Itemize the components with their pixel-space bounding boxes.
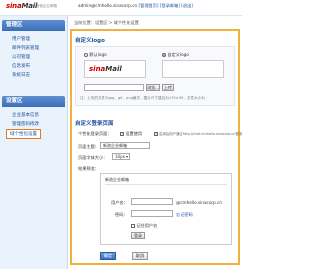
sidebar-item-company-info[interactable]: 企业基本信息 [12,112,39,118]
user-bar: admin@cmhello.sinacorp.cn [管理首页] [登录邮箱] … [78,3,193,9]
upload-button[interactable]: 上传 [162,84,174,91]
preview-username-input[interactable] [131,198,173,205]
sidebar-item-mail-lists[interactable]: 邮件列表管理 [12,45,39,51]
preview-label: 效果预览： [78,166,99,171]
remember-checkbox[interactable] [131,224,135,228]
personal-login-label: 个性化登录页面： [78,131,112,136]
sidebar: 管理区 用户管理 邮件列表管理 公司管理 信息发布 系统日志 设置区 企业基本信… [0,16,68,269]
personal-login-option[interactable]: ✓ 设置使用 [120,131,142,137]
sidebar-section-manage[interactable]: 管理区 [2,20,65,31]
preview-forgot-password-link[interactable]: 忘记密码 [176,212,193,218]
logo-options-panel: 默认logo 自定义logo sinaMail 浏览... 上传 注：上传的文件… [75,46,235,106]
logout-link[interactable]: [退出] [181,3,193,8]
sidebar-item-domain-personalization[interactable]: 域个性化设置 [6,129,41,139]
login-section-title: 自定义登录页面 [75,121,114,127]
form-actions: 确定 取消 [72,250,242,264]
default-logo-preview: sinaMail [84,60,146,78]
preview-username-label: 用户名： [111,200,128,205]
preview-divider [105,184,227,185]
preview-domain: @cmhello.sinacorp.cn [176,200,223,205]
user-email: admin@cmhello.sinacorp.cn [78,3,138,8]
sidebar-item-users[interactable]: 用户管理 [12,36,30,42]
custom-logo-radio[interactable] [162,53,166,57]
browse-button[interactable]: 浏览... [146,84,160,91]
custom-logo-option[interactable]: 自定义logo [162,52,189,58]
admin-home-link[interactable]: [管理首页] [139,3,159,8]
sina-mail-logo: sinaMail [6,2,38,10]
settings-panel: 自定义logo 默认logo 自定义logo sinaMail 浏览... 上传… [70,29,243,265]
login-preview: 新浪企业邮箱 用户名： @cmhello.sinacorp.cn 密码： 忘记密… [100,173,232,245]
cancel-button[interactable]: 取消 [132,252,148,260]
personal-login-desc: ✓ 启用后用户通过http://mail.cmhello.sinacorp.cn… [154,132,243,136]
logo-file-input[interactable] [84,84,144,91]
font-size-label: 页面字体大小： [78,155,108,160]
page-title-input[interactable]: 新浪企业邮箱 [100,142,150,149]
preview-title: 新浪企业邮箱 [105,177,129,182]
preview-password-input[interactable] [131,210,173,217]
sidebar-item-company[interactable]: 公司管理 [12,54,30,60]
font-size-select[interactable]: 10px ▾ [112,153,130,160]
top-bar: sinaMail 新浪企业邮箱 admin@cmhello.sinacorp.c… [0,0,242,16]
custom-logo-preview [162,60,224,78]
page-title-label: 页面主题： [78,144,99,149]
sidebar-item-system-log[interactable]: 系统日志 [12,72,30,78]
sidebar-item-announcements[interactable]: 信息发布 [12,63,30,69]
default-logo-option[interactable]: 默认logo [84,52,107,58]
logo-upload-hint: 注：上传的文件为jpg、gif、png格式，图片尺寸建议为170×49，文件大小… [80,96,205,100]
default-logo-radio[interactable] [84,53,88,57]
logo-subtitle: 新浪企业邮箱 [36,4,57,8]
confirm-button[interactable]: 确定 [100,252,116,260]
logo-section-title: 自定义logo [75,38,105,44]
preview-login-button[interactable]: 登录 [131,232,145,239]
preview-remember[interactable]: 记住用户名 [131,223,157,229]
chevron-down-icon: ▾ [125,154,128,159]
breadcrumb: 当前位置：设置区 > 域个性化设置 [74,20,139,25]
login-mailbox-link[interactable]: [登录邮箱] [160,3,180,8]
enable-checkbox[interactable]: ✓ [120,132,124,136]
sidebar-item-admin-password[interactable]: 管理密码修改 [12,121,39,127]
preview-password-label: 密码： [115,212,128,217]
sidebar-section-settings[interactable]: 设置区 [2,96,65,107]
